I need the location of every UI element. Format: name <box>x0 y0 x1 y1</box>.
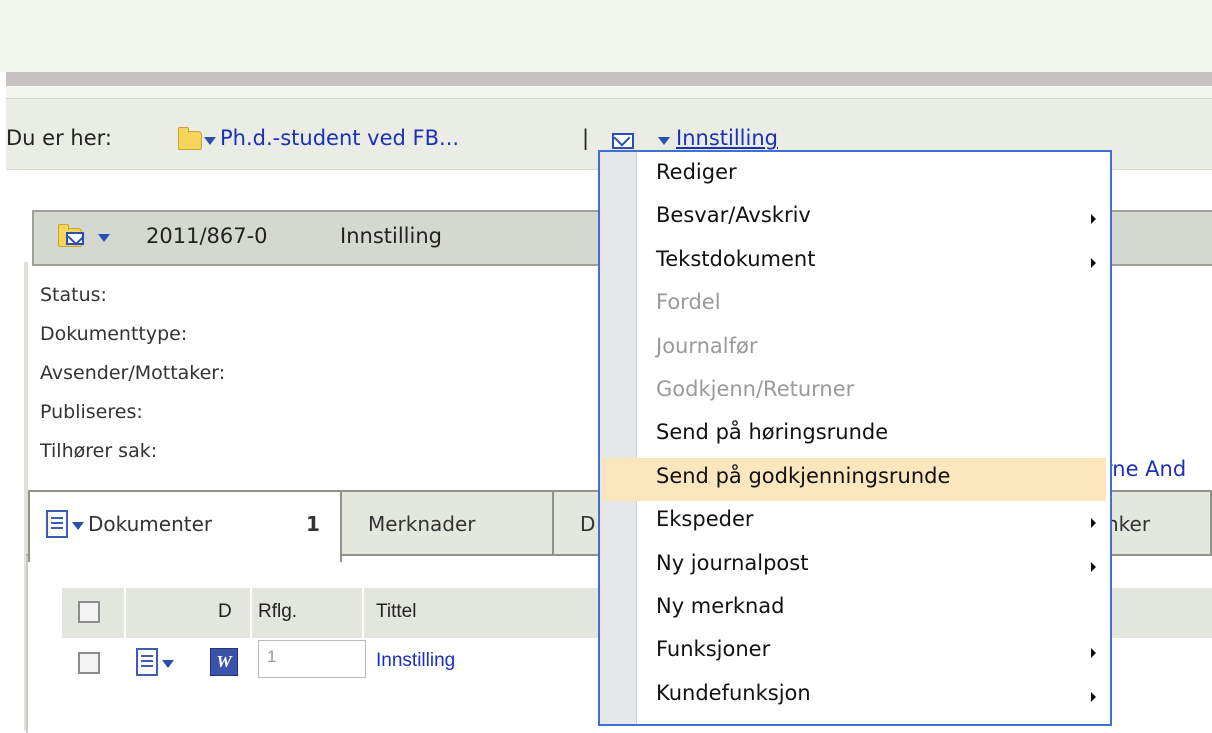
mail-icon[interactable] <box>612 133 634 149</box>
menu-item-tekstdokument[interactable]: Tekstdokument <box>602 241 1106 284</box>
menu-item-kundefunksjon[interactable]: Kundefunksjon <box>602 675 1106 718</box>
case-label: Tilhører sak: <box>40 440 158 462</box>
tab-documents-count: 1 <box>306 512 320 536</box>
publish-label: Publiseres: <box>40 401 143 423</box>
menu-item-label: Ny merknad <box>656 594 785 618</box>
folder-icon[interactable] <box>178 127 202 150</box>
top-band <box>0 0 1212 72</box>
chevron-down-icon[interactable] <box>72 522 84 530</box>
case-value-link[interactable]: rne And <box>1104 457 1186 481</box>
header-divider <box>6 72 1212 86</box>
context-menu: Rediger Besvar/Avskriv Tekstdokument Fordel… <box>598 150 1112 726</box>
breadcrumb-document-link[interactable]: Innstilling <box>676 126 778 150</box>
breadcrumb-case-link[interactable]: Ph.d.-student ved FB... <box>220 126 459 150</box>
document-icon <box>46 510 68 538</box>
menu-item-besvar-avskriv[interactable]: Besvar/Avskriv <box>602 197 1106 240</box>
document-number: 2011/867-0 <box>146 224 268 248</box>
menu-item-label: Kundefunksjon <box>656 680 811 705</box>
menu-item-label: Besvar/Avskriv <box>656 203 811 228</box>
menu-item-label: Godkjenn/Returner <box>656 377 855 401</box>
row-checkbox[interactable] <box>78 652 100 674</box>
menu-item-label: Ny journalpost <box>656 550 809 575</box>
mail-icon <box>66 232 84 245</box>
menu-item-ny-merknad[interactable]: Ny merknad <box>602 588 1106 631</box>
tab-links-label: nker <box>1106 512 1151 536</box>
menu-item-godkjenn-returner: Godkjenn/Returner <box>602 371 1106 414</box>
submenu-arrow-icon <box>1091 648 1096 659</box>
document-title: Innstilling <box>340 224 442 248</box>
doctype-label: Dokumenttype: <box>40 323 188 345</box>
status-label: Status: <box>40 284 107 306</box>
menu-item-funksjoner[interactable]: Funksjoner <box>602 631 1106 674</box>
chevron-down-icon[interactable] <box>98 234 110 242</box>
menu-item-fordel: Fordel <box>602 284 1106 327</box>
tab-notes[interactable]: Merknader <box>340 490 554 556</box>
rflg-value: 1 <box>267 647 277 666</box>
menu-item-send-på-godkjenningsrunde[interactable]: Send på godkjenningsrunde <box>602 457 1106 501</box>
menu-item-label: Send på godkjenningsrunde <box>656 463 951 488</box>
breadcrumb-separator: | <box>582 126 590 150</box>
tab-documents-label: Dokumenter <box>88 512 213 536</box>
menu-item-label: Funksjoner <box>656 637 771 662</box>
chevron-down-icon[interactable] <box>658 137 670 145</box>
document-icon <box>136 648 158 676</box>
menu-item-label: Tekstdokument <box>656 246 816 271</box>
tab-notes-label: Merknader <box>368 512 476 536</box>
menu-item-send-på-høringsrunde[interactable]: Send på høringsrunde <box>602 414 1106 457</box>
menu-item-rediger[interactable]: Rediger <box>602 154 1106 197</box>
chevron-down-icon[interactable] <box>204 137 216 145</box>
menu-item-ekspeder[interactable]: Ekspeder <box>602 501 1106 544</box>
menu-item-label: Fordel <box>656 290 721 315</box>
rflg-field[interactable]: 1 <box>258 640 366 678</box>
submenu-arrow-icon <box>1091 214 1096 225</box>
menu-item-label: Send på høringsrunde <box>656 420 889 445</box>
row-title-link[interactable]: Innstilling <box>376 650 455 672</box>
tab-d-label: D <box>580 512 596 536</box>
word-icon[interactable]: W <box>210 648 238 676</box>
menu-item-ny-journalpost[interactable]: Ny journalpost <box>602 545 1106 588</box>
column-d: D <box>218 601 232 622</box>
header-gap <box>6 86 1212 98</box>
breadcrumb-prefix: Du er her: <box>6 126 112 150</box>
tab-documents[interactable]: Dokumenter 1 <box>28 490 342 562</box>
submenu-arrow-icon <box>1091 257 1096 268</box>
chevron-down-icon[interactable] <box>162 660 174 668</box>
submenu-arrow-icon <box>1091 691 1096 702</box>
submenu-arrow-icon <box>1091 518 1096 529</box>
submenu-arrow-icon <box>1091 561 1096 572</box>
menu-item-label: Ekspeder <box>656 507 754 532</box>
column-title[interactable]: Tittel <box>376 601 416 623</box>
menu-item-label: Journalfør <box>656 333 758 358</box>
sender-label: Avsender/Mottaker: <box>40 362 226 384</box>
column-rflg[interactable]: Rflg. <box>258 601 297 623</box>
select-all-checkbox[interactable] <box>78 601 100 623</box>
menu-item-journalfør: Journalfør <box>602 328 1106 371</box>
menu-item-label: Rediger <box>656 160 737 184</box>
